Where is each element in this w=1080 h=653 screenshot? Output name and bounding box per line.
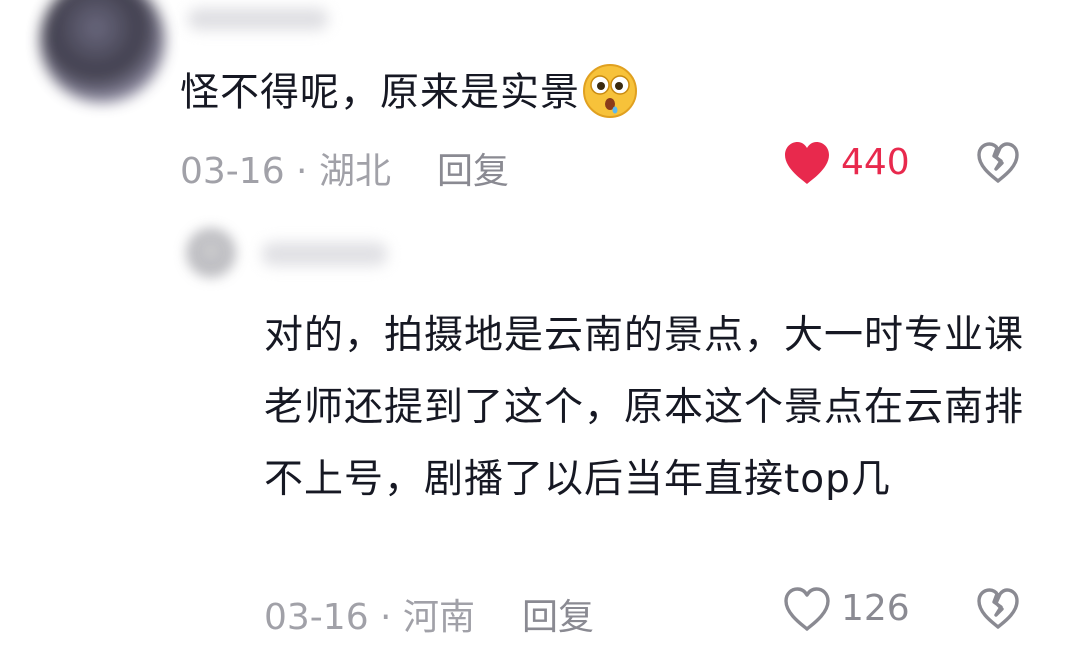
replier-avatar[interactable] (186, 228, 236, 278)
comment-date-location: 03-16 · 湖北 (180, 151, 391, 192)
broken-heart-icon[interactable] (975, 586, 1021, 632)
replier-name-blurred[interactable] (262, 242, 387, 266)
reply-button[interactable]: 回复 (522, 588, 594, 640)
reply-button[interactable]: 回复 (437, 142, 509, 194)
heart-filled-icon[interactable] (782, 139, 832, 187)
commenter-name-blurred[interactable] (188, 8, 328, 30)
comment-text-content: 怪不得呢，原来是实景 (180, 70, 581, 116)
reply-date-location: 03-16 · 河南 (264, 597, 475, 638)
comment-text: 怪不得呢，原来是实景 (180, 64, 638, 123)
heart-outline-icon[interactable] (782, 585, 832, 633)
reply-text: 对的，拍摄地是云南的景点，大一时专业课老师还提到了这个，原本这个景点在云南排不上… (264, 313, 1025, 502)
commenter-avatar[interactable] (40, 0, 165, 103)
like-count: 440 (841, 142, 910, 183)
broken-heart-icon[interactable] (975, 140, 1021, 186)
like-count: 126 (841, 588, 910, 629)
face-with-open-mouth-emoji (583, 64, 638, 118)
